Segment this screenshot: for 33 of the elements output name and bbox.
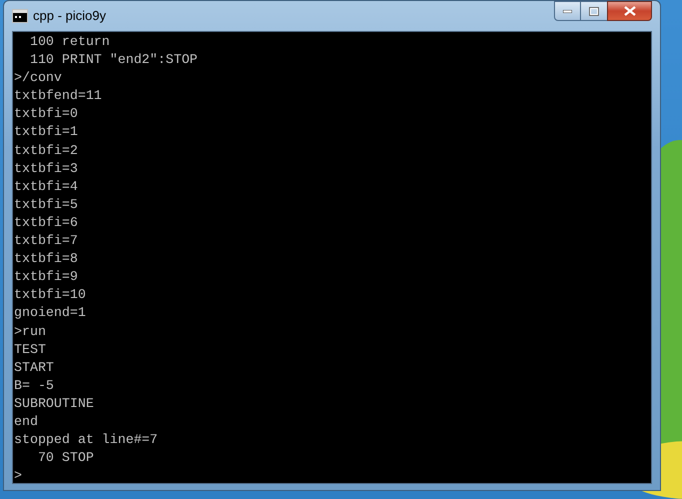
- console-line: START: [14, 358, 55, 377]
- window-title: cpp - picio9y: [33, 7, 106, 26]
- console-line: txtbfi=7: [14, 232, 79, 250]
- minimize-icon: [563, 10, 572, 12]
- console-line: 110 PRINT "end2":STOP: [28, 51, 199, 70]
- console-line: 70 STOP: [36, 449, 95, 468]
- console-line: txtbfi=0: [14, 105, 79, 124]
- console-line: txtbfi=2: [14, 142, 79, 160]
- console-line: >run: [14, 322, 47, 340]
- console-line: txtbfi=9: [14, 268, 79, 286]
- console-line: txtbfi=6: [14, 214, 79, 232]
- console-line: TEST: [14, 340, 47, 359]
- console-line: 100 return: [28, 33, 111, 51]
- maximize-button[interactable]: [581, 1, 607, 21]
- console-line: >: [14, 467, 23, 483]
- console-line: end: [14, 412, 39, 431]
- console-line: txtbfi=5: [14, 196, 79, 214]
- console-line: >/conv: [14, 69, 63, 88]
- console-line: txtbfi=8: [14, 250, 79, 268]
- console-icon: [12, 9, 28, 23]
- minimize-button[interactable]: [554, 1, 581, 21]
- console-line: B= -5: [14, 376, 55, 395]
- console-line: txtbfi=4: [14, 178, 79, 196]
- console-line: txtbfi=10: [14, 286, 87, 304]
- console-line: txtbfi=1: [14, 123, 79, 142]
- maximize-icon: [589, 6, 599, 16]
- console-line: stopped at line#=7: [14, 431, 159, 450]
- close-button[interactable]: [607, 1, 652, 21]
- console-line: txtbfend=11: [14, 87, 103, 106]
- console-line: SUBROUTINE: [14, 394, 95, 413]
- console-line: gnoiend=1: [14, 304, 87, 322]
- close-icon: [624, 6, 636, 16]
- console-line: txtbfi=3: [14, 160, 79, 178]
